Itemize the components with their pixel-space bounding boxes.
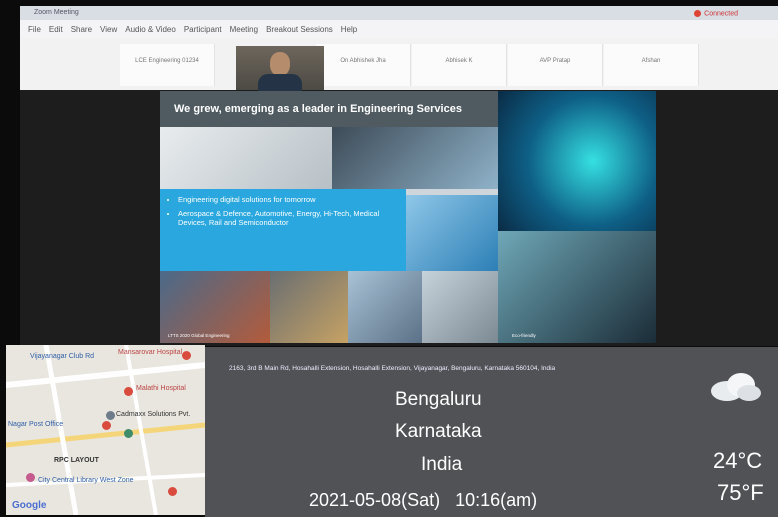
participant-tile[interactable]: Abhisek K <box>412 44 507 86</box>
digital-face-image <box>498 91 656 231</box>
participant-tile[interactable]: On Abhishek Jha <box>316 44 411 86</box>
hospital-pin-icon[interactable] <box>124 387 133 396</box>
factory-image <box>270 271 348 343</box>
window-title: Zoom Meeting <box>34 9 79 16</box>
map-label: RPC LAYOUT <box>54 457 99 464</box>
participant-strip: LCE Engineering 01234 On Abhishek Jha Ab… <box>20 38 778 90</box>
menu-audio-video[interactable]: Audio & Video <box>125 25 176 34</box>
bullet-item: Aerospace & Defence, Automotive, Energy,… <box>178 209 406 227</box>
participant-tile[interactable]: AVP Pratap <box>508 44 603 86</box>
menu-view[interactable]: View <box>100 25 117 34</box>
participant-name: On Abhishek Jha <box>340 58 386 64</box>
hospital-pin-icon[interactable] <box>182 351 191 360</box>
slide-caption-right: Eco-friendly <box>512 333 536 338</box>
map-label: Cadmaxx Solutions Pvt. <box>116 411 191 418</box>
menu-bar: File Edit Share View Audio & Video Parti… <box>20 20 778 38</box>
participant-tile[interactable]: Afshan <box>604 44 699 86</box>
menu-participant[interactable]: Participant <box>184 25 222 34</box>
library-pin-icon[interactable] <box>26 473 35 482</box>
place-pin-icon[interactable] <box>124 429 133 438</box>
menu-share[interactable]: Share <box>71 25 92 34</box>
participant-name: Afshan <box>641 58 661 64</box>
map-label: Malathi Hospital <box>136 385 186 392</box>
slide-heading: We grew, emerging as a leader in Enginee… <box>174 103 462 115</box>
participant-name: LCE Engineering 01234 <box>135 58 199 64</box>
robot-arm-image <box>160 127 332 189</box>
slide-caption-left: LTTS 2020 Global Engineering <box>168 333 230 338</box>
tablet-image <box>332 127 498 189</box>
map-widget[interactable]: Vijayanagar Club Rd Mansarovar Hospital … <box>6 345 205 515</box>
title-bar: Zoom Meeting <box>20 6 778 20</box>
city-name: Bengaluru <box>395 389 482 410</box>
menu-help[interactable]: Help <box>341 25 357 34</box>
hospital-pin-icon[interactable] <box>168 487 177 496</box>
map-label: City Central Library West Zone <box>38 477 134 484</box>
chip-image <box>406 195 498 271</box>
menu-file[interactable]: File <box>28 25 41 34</box>
participant-name: AVP Pratap <box>539 58 571 64</box>
shared-slide: We grew, emerging as a leader in Enginee… <box>160 91 656 343</box>
temperature-celsius: 24°C <box>713 448 763 473</box>
car-dashboard-image <box>498 231 656 343</box>
status-dot-icon <box>694 10 702 17</box>
map-label: Mansarovar Hospital <box>118 349 183 356</box>
state-name: Karnataka <box>395 421 482 442</box>
business-pin-icon[interactable] <box>106 411 115 420</box>
menu-breakout[interactable]: Breakout Sessions <box>266 25 333 34</box>
menu-meeting[interactable]: Meeting <box>230 25 258 34</box>
location-pin-icon[interactable] <box>102 421 111 430</box>
map-label: Nagar Post Office <box>8 421 64 428</box>
menu-edit[interactable]: Edit <box>49 25 63 34</box>
bullet-box: Engineering digital solutions for tomorr… <box>160 189 406 271</box>
participant-name: Abhisek K <box>445 58 473 64</box>
slide-heading-bar: We grew, emerging as a leader in Enginee… <box>160 91 498 127</box>
aircraft-image <box>422 271 498 343</box>
map-label: Vijayanagar Club Rd <box>30 353 95 360</box>
speaker-head <box>270 52 290 76</box>
date-time: 2021-05-08(Sat) 10:16(am) <box>309 490 538 510</box>
temperature-fahrenheit: 75°F <box>717 480 764 505</box>
google-logo: Google <box>12 500 47 511</box>
connection-label: Connected <box>704 10 738 18</box>
participant-tile[interactable]: LCE Engineering 01234 <box>120 44 215 86</box>
active-video-tile[interactable] <box>236 46 324 94</box>
connection-status[interactable]: Connected <box>694 10 738 17</box>
bullet-item: Engineering digital solutions for tomorr… <box>178 195 406 204</box>
power-lines-image <box>348 271 422 343</box>
address-text: 2163, 3rd B Main Rd, Hosahalli Extension… <box>229 365 556 372</box>
location-overlay: 2163, 3rd B Main Rd, Hosahalli Extension… <box>205 347 778 517</box>
